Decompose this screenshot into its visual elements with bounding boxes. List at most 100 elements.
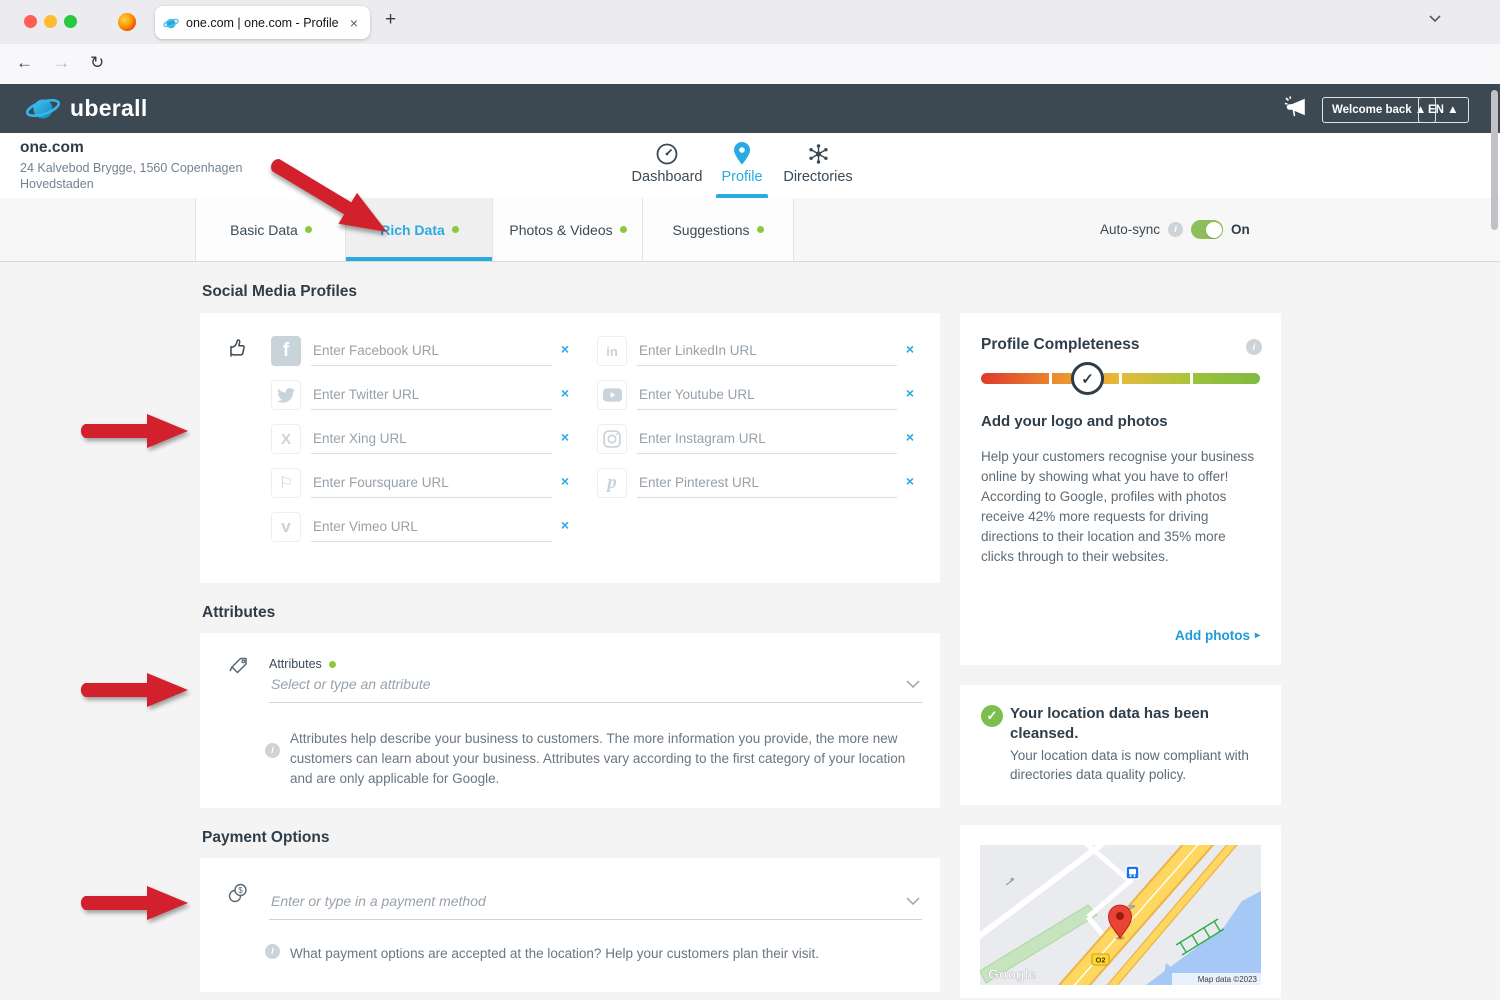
tag-icon: [228, 655, 250, 677]
remove-pinterest-icon[interactable]: ×: [897, 473, 923, 498]
add-photos-link[interactable]: Add photos▸: [1175, 628, 1260, 643]
browser-tab-strip: one.com | one.com - Profile × +: [0, 0, 1500, 45]
remove-vimeo-icon[interactable]: ×: [552, 517, 578, 542]
location-cleansed-card: ✓ Your location data has been cleansed. …: [960, 685, 1281, 805]
uberall-logo: uberall: [24, 91, 148, 125]
location-address: 24 Kalvebod Brygge, 1560 Copenhagen Hove…: [20, 160, 242, 192]
window-minimize-button[interactable]: [44, 15, 57, 28]
info-icon[interactable]: i: [265, 743, 280, 758]
foursquare-icon: ⚐: [271, 468, 301, 498]
remove-foursquare-icon[interactable]: ×: [552, 473, 578, 498]
attributes-help: i Attributes help describe your business…: [265, 729, 930, 789]
social-row-foursquare: ⚐ ×: [271, 454, 578, 498]
social-row-youtube: ×: [597, 366, 923, 410]
bus-stop-icon: [1126, 866, 1139, 879]
check-circle-icon: ✓: [981, 705, 1003, 727]
autosync-label: Auto-sync: [1100, 222, 1160, 237]
directories-network-icon: [772, 140, 864, 166]
tab-close-icon[interactable]: ×: [346, 14, 362, 32]
reload-button[interactable]: ↻: [90, 53, 104, 73]
profile-pin-icon: [702, 140, 782, 166]
attributes-field-label: Attributes: [269, 657, 336, 671]
cleansed-title: Your location data has been cleansed.: [1010, 704, 1255, 744]
completeness-progress-bar: [981, 373, 1260, 384]
tab-title: one.com | one.com - Profile: [186, 16, 346, 30]
info-icon[interactable]: i: [1246, 339, 1262, 355]
attributes-select-input[interactable]: [269, 676, 898, 701]
firefox-icon: [118, 13, 136, 31]
info-icon[interactable]: i: [265, 944, 280, 959]
autosync-control: Auto-sync i On: [1100, 198, 1290, 261]
foursquare-url-input[interactable]: [311, 475, 552, 497]
location-name: one.com: [20, 139, 84, 157]
nav-item-profile[interactable]: Profile: [702, 140, 782, 198]
status-dot: [452, 226, 459, 233]
social-row-vimeo: v ×: [271, 498, 578, 542]
youtube-url-input[interactable]: [637, 387, 897, 409]
payment-card: $ i What payment options are accepted at…: [200, 858, 940, 992]
facebook-url-input[interactable]: [311, 343, 552, 365]
linkedin-url-input[interactable]: [637, 343, 897, 365]
forward-button[interactable]: →: [53, 53, 70, 73]
route-badge: O2: [1092, 954, 1109, 965]
window-close-button[interactable]: [24, 15, 37, 28]
youtube-icon: [597, 380, 627, 410]
tab-photos-videos[interactable]: Photos & Videos: [492, 198, 643, 261]
back-button[interactable]: ←: [16, 53, 33, 73]
map-card: O2 Google Map data ©2023: [960, 825, 1281, 998]
window-zoom-button[interactable]: [64, 15, 77, 28]
social-row-xing: X ×: [271, 410, 578, 454]
social-section-heading: Social Media Profiles: [202, 283, 357, 301]
completeness-marker-check-icon: ✓: [1071, 362, 1104, 395]
nav-item-directories[interactable]: Directories: [772, 140, 864, 198]
vimeo-icon: v: [271, 512, 301, 542]
tab-suggestions[interactable]: Suggestions: [642, 198, 794, 261]
location-header: one.com 24 Kalvebod Brygge, 1560 Copenha…: [0, 133, 1500, 199]
status-dot: [305, 226, 312, 233]
language-button[interactable]: EN ▲: [1418, 97, 1469, 123]
new-tab-button[interactable]: +: [385, 9, 396, 31]
completeness-body: Help your customers recognise your busin…: [981, 447, 1261, 567]
info-icon[interactable]: i: [1168, 222, 1183, 237]
chevron-down-icon[interactable]: [898, 675, 922, 702]
twitter-url-input[interactable]: [311, 387, 552, 409]
announcements-megaphone-icon[interactable]: [1284, 96, 1312, 121]
vimeo-url-input[interactable]: [311, 519, 552, 541]
annotation-arrow-social: [71, 409, 196, 458]
remove-youtube-icon[interactable]: ×: [897, 385, 923, 410]
tab-list-chevron-icon[interactable]: [1428, 14, 1442, 23]
map-attribution: Map data ©2023: [1198, 975, 1258, 984]
pinterest-url-input[interactable]: [637, 475, 897, 497]
attributes-section-heading: Attributes: [202, 604, 275, 622]
xing-url-input[interactable]: [311, 431, 552, 453]
svg-text:O2: O2: [1095, 956, 1105, 965]
pinterest-icon: p: [597, 468, 627, 498]
xing-icon: X: [271, 424, 301, 454]
screen: one.com | one.com - Profile × + ← → ↻: [0, 0, 1500, 1000]
page-scrollbar[interactable]: [1491, 90, 1498, 230]
cleansed-body: Your location data is now compliant with…: [1010, 746, 1255, 784]
remove-facebook-icon[interactable]: ×: [552, 341, 578, 366]
remove-linkedin-icon[interactable]: ×: [897, 341, 923, 366]
attributes-card: Attributes i Attributes help describe yo…: [200, 633, 940, 808]
remove-xing-icon[interactable]: ×: [552, 429, 578, 454]
remove-twitter-icon[interactable]: ×: [552, 385, 578, 410]
uberall-logo-icon: [24, 91, 64, 125]
instagram-url-input[interactable]: [637, 431, 897, 453]
status-dot: [329, 661, 336, 668]
social-column-left: f × × X × ⚐ × v ×: [271, 322, 578, 542]
google-logo[interactable]: Google: [988, 966, 1036, 982]
google-map[interactable]: O2 Google Map data ©2023: [980, 845, 1261, 985]
chevron-down-icon[interactable]: [898, 892, 922, 919]
remove-instagram-icon[interactable]: ×: [897, 429, 923, 454]
attributes-select[interactable]: [269, 675, 922, 703]
social-row-linkedin: in ×: [597, 322, 923, 366]
twitter-icon: [271, 380, 301, 410]
payment-select[interactable]: [269, 892, 922, 920]
browser-tab[interactable]: one.com | one.com - Profile ×: [155, 6, 370, 39]
cta-arrow-icon: ▸: [1255, 630, 1260, 641]
instagram-icon: [597, 424, 627, 454]
payment-select-input[interactable]: [269, 893, 898, 918]
autosync-toggle[interactable]: [1191, 220, 1223, 239]
social-row-instagram: ×: [597, 410, 923, 454]
